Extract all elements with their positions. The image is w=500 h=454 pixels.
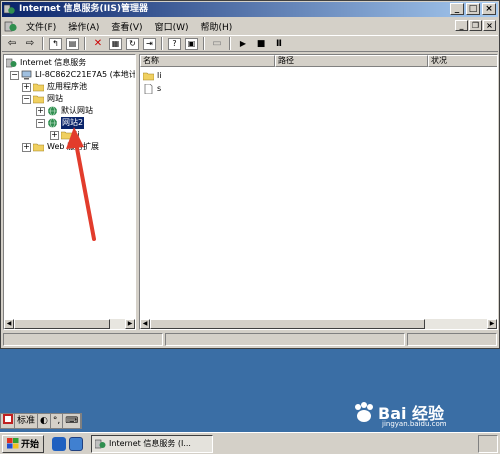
scroll-right-icon[interactable]: ▶ xyxy=(125,319,135,329)
toolbar-separator xyxy=(84,37,86,50)
iis-manager-window: Internet 信息服务(IIS)管理器 _ □ × 文件(F) 操作(A) … xyxy=(0,0,500,349)
close-button[interactable]: × xyxy=(482,3,496,15)
maximize-button[interactable]: □ xyxy=(466,3,480,15)
start-button[interactable]: 开始 xyxy=(2,434,45,453)
mdi-close-button[interactable]: × xyxy=(483,20,496,31)
quick-launch xyxy=(52,436,84,451)
column-header-status[interactable]: 状况 xyxy=(428,55,497,67)
ime-punct-icon[interactable]: °, xyxy=(51,414,64,428)
ime-toolbar: 标准 ◐ °, ⌨ xyxy=(0,413,83,429)
taskbar-item-iis[interactable]: Internet 信息服务 (I... xyxy=(91,434,214,453)
window-title: Internet 信息服务(IIS)管理器 xyxy=(19,4,148,14)
paw-icon xyxy=(355,402,373,422)
column-header-name[interactable]: 名称 xyxy=(140,55,275,67)
stop-icon[interactable]: ■ xyxy=(253,37,269,51)
list-item-name: s xyxy=(157,84,162,93)
menu-window[interactable]: 窗口(W) xyxy=(149,20,195,33)
scroll-thumb[interactable] xyxy=(14,319,110,329)
console-tree[interactable]: Internet 信息服务 − LI-8C862C21E7A5 (本地计 + 应… xyxy=(3,54,136,330)
back-icon[interactable]: ⇦ xyxy=(4,37,20,51)
menu-action[interactable]: 操作(A) xyxy=(62,20,105,33)
scroll-thumb[interactable] xyxy=(150,319,425,329)
toolbar-separator xyxy=(42,37,44,50)
watermark-url: jingyan.baidu.com xyxy=(382,420,447,428)
iis-app-icon xyxy=(4,4,15,14)
refresh-icon[interactable]: ↻ xyxy=(126,37,139,50)
scroll-left-icon[interactable]: ◀ xyxy=(140,319,150,329)
status-cell xyxy=(165,333,405,346)
tree-horizontal-scrollbar[interactable]: ◀ ▶ xyxy=(4,319,135,329)
pause-icon[interactable]: Ⅱ xyxy=(271,37,287,51)
mdi-restore-button[interactable]: ❐ xyxy=(469,20,482,31)
forward-icon[interactable]: ⇨ xyxy=(22,37,38,51)
help-icon[interactable]: ? xyxy=(168,37,181,50)
menu-file[interactable]: 文件(F) xyxy=(20,20,62,33)
list-horizontal-scrollbar[interactable]: ◀ ▶ xyxy=(140,319,497,329)
list-item[interactable]: s xyxy=(143,83,161,95)
ime-width-icon[interactable]: ◐ xyxy=(38,414,51,428)
start-icon[interactable]: ▶ xyxy=(235,37,251,51)
annotation-arrow-icon xyxy=(66,127,96,241)
ime-icon[interactable] xyxy=(1,414,15,428)
minimize-button[interactable]: _ xyxy=(450,3,464,15)
show-desktop-icon[interactable] xyxy=(69,436,84,451)
windows-logo-icon xyxy=(7,438,19,449)
properties-icon[interactable]: ▦ xyxy=(109,37,122,50)
iis-menu-icon[interactable] xyxy=(4,20,18,33)
title-bar[interactable]: Internet 信息服务(IIS)管理器 _ □ × xyxy=(2,2,498,17)
baidu-watermark: Bai 经验 jingyan.baidu.com xyxy=(352,398,482,432)
scroll-right-icon[interactable]: ▶ xyxy=(487,319,497,329)
taskbar-item-label: Internet 信息服务 (I... xyxy=(109,439,191,448)
ie-icon[interactable] xyxy=(52,436,67,451)
file-icon xyxy=(144,84,153,94)
details-list[interactable]: 名称 路径 状况 li s ◀ ▶ xyxy=(139,54,498,330)
computer-icon[interactable]: ▭ xyxy=(209,37,225,51)
menu-help[interactable]: 帮助(H) xyxy=(195,20,239,33)
toolbar-separator xyxy=(203,37,205,50)
folder-icon xyxy=(143,72,154,81)
help-topics-icon[interactable]: ▣ xyxy=(185,37,198,50)
status-bar xyxy=(2,333,498,347)
iis-icon xyxy=(95,439,106,448)
system-tray[interactable] xyxy=(478,435,498,453)
list-item[interactable]: li xyxy=(143,70,161,82)
status-cell xyxy=(407,333,497,346)
taskbar: 开始 Internet 信息服务 (I... xyxy=(0,432,500,454)
toolbar-separator xyxy=(229,37,231,50)
column-header-path[interactable]: 路径 xyxy=(275,55,428,67)
show-hide-console-tree-icon[interactable]: ▤ xyxy=(66,37,79,50)
ime-mode-button[interactable]: 标准 xyxy=(15,414,39,428)
delete-icon[interactable]: ✕ xyxy=(90,37,106,51)
menu-bar: 文件(F) 操作(A) 查看(V) 窗口(W) 帮助(H) _ ❐ × xyxy=(2,18,498,34)
status-cell xyxy=(3,333,163,346)
ime-keyboard-icon[interactable]: ⌨ xyxy=(63,414,82,428)
toolbar: ⇦ ⇨ ↰ ▤ ✕ ▦ ↻ ⇥ ? ▣ ▭ ▶ ■ Ⅱ xyxy=(2,35,498,52)
scroll-left-icon[interactable]: ◀ xyxy=(4,319,14,329)
list-item-name: li xyxy=(157,71,162,80)
start-label: 开始 xyxy=(21,440,40,450)
export-list-icon[interactable]: ⇥ xyxy=(143,37,156,50)
menu-view[interactable]: 查看(V) xyxy=(105,20,148,33)
mdi-minimize-button[interactable]: _ xyxy=(455,20,468,31)
toolbar-separator xyxy=(161,37,163,50)
up-folder-icon[interactable]: ↰ xyxy=(49,37,62,50)
